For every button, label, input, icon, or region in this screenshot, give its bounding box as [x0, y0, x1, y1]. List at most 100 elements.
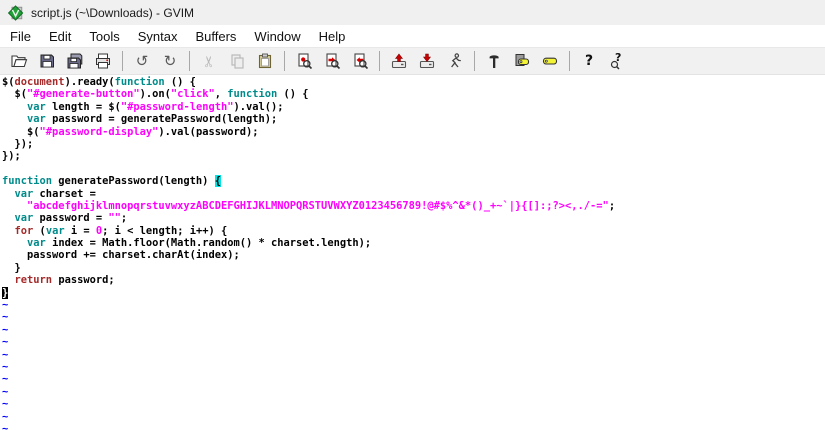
- text-editor-area[interactable]: $(document).ready(function () { $("#gene…: [0, 75, 825, 430]
- tilde-marker: ~: [2, 398, 8, 410]
- run-script-icon: [446, 52, 464, 70]
- save-button[interactable]: [35, 50, 59, 72]
- tilde-marker: ~: [2, 373, 8, 385]
- save-all-button[interactable]: [63, 50, 87, 72]
- find-next-button[interactable]: [320, 50, 344, 72]
- make-button[interactable]: [482, 50, 506, 72]
- code-token: i =: [65, 225, 96, 237]
- code-token: [2, 225, 15, 237]
- tilde-marker: ~: [2, 299, 8, 311]
- redo-button[interactable]: ↻: [158, 50, 182, 72]
- code-token: length = $(: [46, 101, 121, 113]
- find-help-icon: ?: [608, 52, 626, 70]
- empty-line-marker: ~: [2, 311, 825, 323]
- code-token: password = generatePassword(length);: [46, 113, 277, 125]
- run-script-button[interactable]: [443, 50, 467, 72]
- code-line: }: [2, 287, 825, 299]
- code-line: var password = "";: [2, 212, 825, 224]
- tag-jump-button[interactable]: [538, 50, 562, 72]
- print-button[interactable]: [91, 50, 115, 72]
- code-token: "abcdefghijklmnopqrstuvwxyzABCDEFGHIJKLM…: [27, 200, 609, 212]
- cut-icon: ✂: [200, 52, 218, 70]
- run-ctags-button[interactable]: [510, 50, 534, 72]
- window-title: script.js (~\Downloads) - GVIM: [31, 6, 194, 20]
- code-token: [2, 188, 15, 200]
- empty-line-marker: ~: [2, 423, 825, 430]
- code-line: });: [2, 138, 825, 150]
- code-token: [2, 113, 27, 125]
- toolbar-separator: [122, 51, 123, 71]
- code-line: $(document).ready(function () {: [2, 76, 825, 88]
- code-token: return: [15, 274, 53, 286]
- code-line: }: [2, 262, 825, 274]
- paste-button[interactable]: [253, 50, 277, 72]
- undo-icon: ↺: [133, 52, 151, 70]
- code-token: ).val();: [234, 101, 284, 113]
- code-token: for: [15, 225, 34, 237]
- menu-file[interactable]: File: [1, 26, 40, 47]
- copy-button[interactable]: [225, 50, 249, 72]
- toolbar: ↺ ↻ ✂??: [0, 48, 825, 75]
- code-token: {: [215, 175, 221, 187]
- code-token: function: [115, 76, 165, 88]
- menu-bar: FileEditToolsSyntaxBuffersWindowHelp: [0, 25, 825, 48]
- code-token: generatePassword(length): [52, 175, 215, 187]
- code-line: function generatePassword(length) {: [2, 175, 825, 187]
- load-session-button[interactable]: [387, 50, 411, 72]
- code-token: ).on(: [140, 88, 171, 100]
- menu-buffers[interactable]: Buffers: [186, 26, 245, 47]
- code-token: function: [227, 88, 277, 100]
- menu-edit[interactable]: Edit: [40, 26, 80, 47]
- code-token: [2, 274, 15, 286]
- empty-line-marker: ~: [2, 336, 825, 348]
- open-file-icon: [10, 52, 28, 70]
- undo-button[interactable]: ↺: [130, 50, 154, 72]
- code-token: [2, 101, 27, 113]
- code-token: var: [46, 225, 65, 237]
- code-line: "abcdefghijklmnopqrstuvwxyzABCDEFGHIJKLM…: [2, 200, 825, 212]
- code-token: ).val(password);: [158, 126, 258, 138]
- code-token: charset =: [33, 188, 96, 200]
- title-bar[interactable]: script.js (~\Downloads) - GVIM: [0, 0, 825, 25]
- code-token: (: [33, 225, 46, 237]
- empty-line-marker: ~: [2, 411, 825, 423]
- code-token: $(: [2, 126, 40, 138]
- tilde-marker: ~: [2, 336, 8, 348]
- run-ctags-icon: [513, 52, 531, 70]
- code-token: ;: [121, 212, 127, 224]
- tilde-marker: ~: [2, 349, 8, 361]
- empty-line-marker: ~: [2, 386, 825, 398]
- save-session-button[interactable]: [415, 50, 439, 72]
- find-button[interactable]: [292, 50, 316, 72]
- find-prev-button[interactable]: [348, 50, 372, 72]
- code-token: password += charset.charAt(index);: [2, 249, 240, 261]
- code-line: $("#password-display").val(password);: [2, 126, 825, 138]
- code-token: index = Math.floor(Math.random() * chars…: [46, 237, 371, 249]
- find-prev-icon: [351, 52, 369, 70]
- empty-line-marker: ~: [2, 349, 825, 361]
- empty-line-marker: ~: [2, 361, 825, 373]
- menu-syntax[interactable]: Syntax: [129, 26, 187, 47]
- cut-button[interactable]: ✂: [197, 50, 221, 72]
- open-button[interactable]: [7, 50, 31, 72]
- code-line: var index = Math.floor(Math.random() * c…: [2, 237, 825, 249]
- find-help-button[interactable]: ?: [605, 50, 629, 72]
- empty-line-marker: ~: [2, 398, 825, 410]
- help-button[interactable]: ?: [577, 50, 601, 72]
- code-line: [2, 163, 825, 175]
- menu-help[interactable]: Help: [310, 26, 355, 47]
- menu-tools[interactable]: Tools: [80, 26, 128, 47]
- code-token: [2, 200, 27, 212]
- tilde-marker: ~: [2, 361, 8, 373]
- gvim-window: script.js (~\Downloads) - GVIM FileEditT…: [0, 0, 825, 430]
- code-token: ;: [609, 200, 615, 212]
- tilde-marker: ~: [2, 423, 8, 430]
- toolbar-separator: [284, 51, 285, 71]
- code-token: }: [2, 262, 21, 274]
- code-line: });: [2, 150, 825, 162]
- code-token: password;: [52, 274, 115, 286]
- toolbar-separator: [379, 51, 380, 71]
- save-session-icon: [418, 52, 436, 70]
- code-token: $(: [2, 88, 27, 100]
- menu-window[interactable]: Window: [245, 26, 309, 47]
